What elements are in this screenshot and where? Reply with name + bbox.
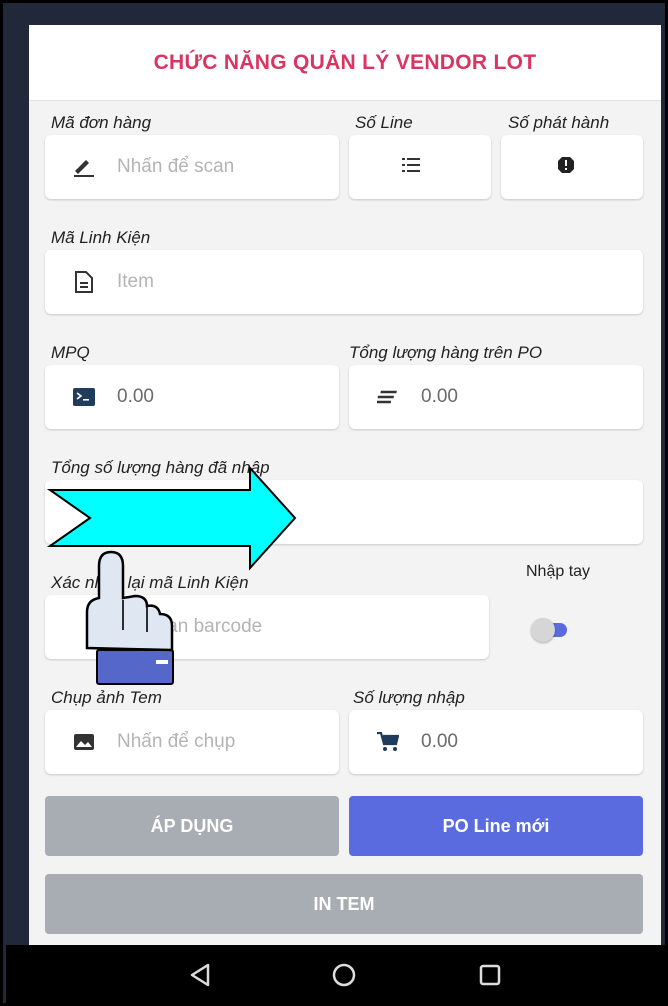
highlight-arrow [46, 465, 297, 571]
pointing-hand-icon [85, 550, 174, 685]
tutorial-overlay [46, 465, 297, 685]
